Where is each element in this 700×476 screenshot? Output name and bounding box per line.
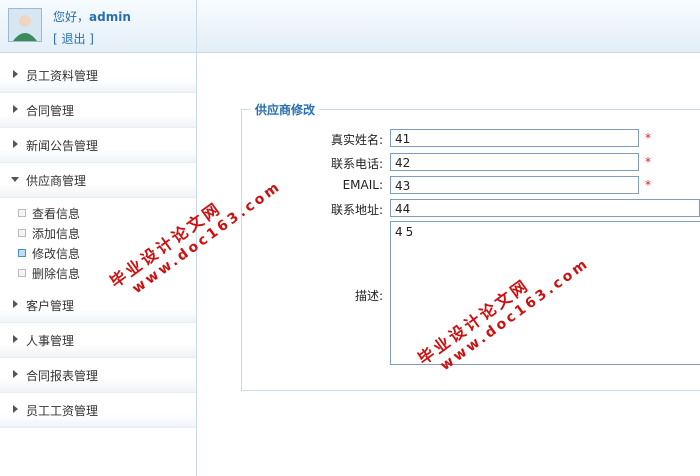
nav-label: 员工资料管理 (26, 69, 99, 83)
sub-item-view[interactable]: 查看信息 (0, 203, 196, 223)
nav-hr[interactable]: 人事管理 (0, 323, 196, 358)
user-panel: 您好，admin [ 退出 ] (0, 0, 196, 53)
sub-item-label: 删除信息 (32, 267, 81, 281)
phone-label: 联系电话: (330, 157, 383, 171)
nav-salary[interactable]: 员工工资管理 (0, 393, 196, 428)
email-input[interactable]: 43 (390, 176, 639, 194)
nav-label: 合同报表管理 (26, 369, 99, 383)
chevron-right-icon (13, 335, 18, 343)
bullet-icon (18, 249, 26, 257)
sub-item-label: 添加信息 (32, 227, 81, 241)
nav-customer[interactable]: 客户管理 (0, 288, 196, 323)
nav-label: 新闻公告管理 (26, 139, 99, 153)
nav-label: 供应商管理 (26, 174, 87, 188)
chevron-right-icon (13, 70, 18, 78)
real-name-input[interactable]: 41 (390, 129, 639, 147)
chevron-right-icon (13, 105, 18, 113)
nav-employee-info[interactable]: 员工资料管理 (0, 58, 196, 93)
address-input[interactable]: 44 (390, 199, 700, 217)
nav-contract[interactable]: 合同管理 (0, 93, 196, 128)
nav-label: 人事管理 (26, 334, 75, 348)
chevron-right-icon (13, 370, 18, 378)
chevron-right-icon (13, 300, 18, 308)
nav-label: 客户管理 (26, 299, 75, 313)
bullet-icon (18, 229, 26, 237)
nav-news[interactable]: 新闻公告管理 (0, 128, 196, 163)
sub-item-label: 查看信息 (32, 207, 81, 221)
required-mark: * (645, 178, 651, 192)
username: admin (89, 10, 131, 24)
sub-item-label: 修改信息 (32, 247, 81, 261)
description-label: 描述: (354, 289, 383, 303)
chevron-down-icon (11, 177, 19, 182)
real-name-label: 真实姓名: (330, 133, 383, 147)
nav-contract-report[interactable]: 合同报表管理 (0, 358, 196, 393)
greeting-prefix: 您好， (53, 10, 90, 24)
bullet-icon (18, 269, 26, 277)
nav-label: 员工工资管理 (26, 404, 99, 418)
avatar (8, 8, 42, 42)
nav-label: 合同管理 (26, 104, 75, 118)
phone-input[interactable]: 42 (390, 153, 639, 171)
chevron-right-icon (13, 140, 18, 148)
required-mark: * (645, 155, 651, 169)
bullet-icon (18, 209, 26, 217)
required-mark: * (645, 131, 651, 145)
user-avatar-icon (9, 9, 41, 41)
chevron-right-icon (13, 405, 18, 413)
fieldset-legend: 供应商修改 (251, 101, 320, 118)
address-label: 联系地址: (330, 203, 383, 217)
top-bar (197, 0, 700, 53)
logout-link[interactable]: [ 退出 ] (53, 30, 94, 47)
nav-supplier[interactable]: 供应商管理 (0, 163, 196, 198)
greeting: 您好，admin (53, 8, 131, 25)
